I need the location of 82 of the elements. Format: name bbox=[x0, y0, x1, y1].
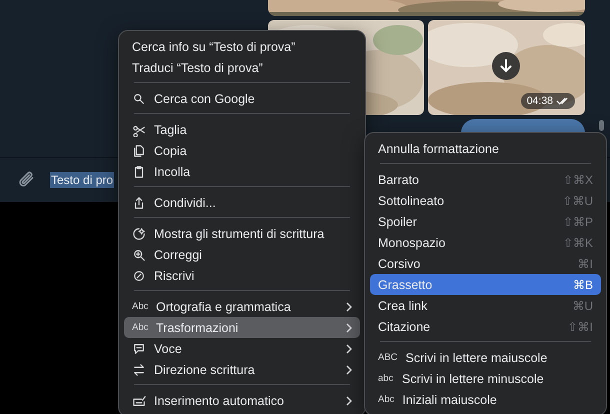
menu-label: Spoiler bbox=[378, 214, 418, 228]
menu-item[interactable]: Citazione ⇧⌘I bbox=[370, 316, 601, 337]
menu-item[interactable]: Sottolineato ⇧⌘U bbox=[370, 190, 601, 211]
menu-item[interactable]: Direzione scrittura bbox=[124, 359, 360, 380]
shortcut: ⌘I bbox=[578, 256, 593, 270]
menu-item[interactable]: Condividi... bbox=[124, 192, 360, 213]
menu-item[interactable]: Taglia bbox=[124, 119, 360, 140]
clipboard-icon bbox=[132, 164, 146, 178]
dial-icon bbox=[132, 268, 146, 282]
menu-item[interactable]: Grassetto ⌘B bbox=[370, 274, 601, 295]
case-label: ABC bbox=[378, 352, 398, 363]
menu-item[interactable]: Traduci “Testo di prova” bbox=[124, 57, 360, 78]
menu-label: Correggi bbox=[154, 248, 203, 262]
abc-label: Abc bbox=[132, 301, 148, 312]
menu-label: Copia bbox=[154, 144, 188, 158]
menu-label: Sottolineato bbox=[378, 194, 446, 208]
menu-label: Citazione bbox=[378, 320, 432, 334]
scrollbar[interactable] bbox=[599, 120, 604, 131]
menu-label: Condividi... bbox=[154, 196, 217, 210]
menu-item[interactable]: Voce bbox=[124, 338, 360, 359]
menu-item[interactable]: abc Scrivi in lettere minuscole bbox=[370, 368, 601, 389]
menu-item[interactable]: Inserimento automatico bbox=[124, 390, 360, 411]
menu-label: Traduci “Testo di prova” bbox=[132, 60, 264, 74]
magnifier-icon bbox=[132, 248, 146, 262]
menu-item[interactable]: Incolla bbox=[124, 161, 360, 182]
shortcut: ⌘B bbox=[572, 278, 593, 292]
download-icon[interactable] bbox=[492, 52, 520, 80]
share-icon bbox=[132, 196, 146, 210]
menu-item[interactable]: Correggi bbox=[124, 244, 360, 265]
menu-item[interactable]: Mostra gli strumenti di scrittura bbox=[124, 223, 360, 244]
menu-item[interactable]: Riscrivi bbox=[124, 265, 360, 286]
menu-item[interactable]: Abc Iniziali maiuscole bbox=[370, 389, 601, 410]
menu-item[interactable]: Cerca con Google bbox=[124, 88, 360, 109]
shortcut: ⇧⌘K bbox=[562, 236, 593, 250]
menu-label: Scrivi in lettere minuscole bbox=[402, 372, 545, 386]
shortcut: ⇧⌘I bbox=[568, 320, 593, 334]
menu-label: Cerca con Google bbox=[154, 92, 256, 106]
shortcut: ⇧⌘U bbox=[562, 194, 593, 208]
copy-icon bbox=[132, 144, 146, 158]
menu-label: Corsivo bbox=[378, 256, 422, 270]
menu-label: Crea link bbox=[378, 298, 428, 312]
double-check-icon bbox=[556, 97, 569, 105]
keyboard-icon bbox=[132, 394, 146, 408]
case-label: Abc bbox=[378, 394, 394, 405]
menu-label: Taglia bbox=[154, 122, 188, 136]
menu-label: Scrivi in lettere maiuscole bbox=[406, 350, 548, 364]
menu-label: Riscrivi bbox=[154, 268, 196, 282]
case-label: abc bbox=[378, 373, 394, 384]
sparkle-icon bbox=[132, 226, 146, 240]
shortcut: ⌘U bbox=[572, 298, 593, 312]
menu-label: Mostra gli strumenti di scrittura bbox=[154, 226, 326, 240]
search-icon bbox=[132, 92, 146, 106]
menu-label: Monospazio bbox=[378, 236, 446, 250]
menu-label: Inserimento automatico bbox=[154, 394, 285, 408]
selected-text[interactable]: Testo di pro bbox=[50, 172, 114, 188]
menu-item[interactable]: Barrato ⇧⌘X bbox=[370, 169, 601, 190]
shortcut: ⇧⌘X bbox=[562, 172, 593, 186]
menu-item[interactable]: Monospazio ⇧⌘K bbox=[370, 232, 601, 253]
abc-label: Abc bbox=[132, 322, 148, 333]
menu-item[interactable]: Corsivo ⌘I bbox=[370, 253, 601, 274]
message-time: 04:38 bbox=[526, 95, 553, 107]
menu-label: Iniziali maiuscole bbox=[402, 392, 498, 406]
menu-label: Grassetto bbox=[378, 278, 434, 292]
menu-label: Incolla bbox=[154, 164, 192, 178]
menu-item[interactable]: ABC Scrivi in lettere maiuscole bbox=[370, 347, 601, 368]
menu-label: Ortografia e grammatica bbox=[156, 300, 292, 314]
menu-item[interactable]: Abc Trasformazioni bbox=[124, 317, 360, 338]
menu-label: Voce bbox=[154, 342, 183, 356]
speech-bubble-icon bbox=[132, 342, 146, 356]
menu-item[interactable]: Spoiler ⇧⌘P bbox=[370, 211, 601, 232]
menu-item[interactable]: Abc Ortografia e grammatica bbox=[124, 296, 360, 317]
menu-item[interactable]: Cerca info su “Testo di prova” bbox=[124, 36, 360, 57]
menu-label: Annulla formattazione bbox=[378, 142, 500, 156]
menu-item[interactable]: Copia bbox=[124, 140, 360, 161]
arrows-icon bbox=[132, 362, 146, 376]
menu-label: Cerca info su “Testo di prova” bbox=[132, 40, 296, 54]
shortcut: ⇧⌘P bbox=[562, 214, 593, 228]
menu-item[interactable]: Annulla formattazione bbox=[370, 138, 601, 159]
menu-label: Direzione scrittura bbox=[154, 362, 256, 376]
menu-label: Barrato bbox=[378, 172, 420, 186]
menu-item[interactable]: Crea link ⌘U bbox=[370, 295, 601, 316]
menu-label: Trasformazioni bbox=[156, 320, 240, 334]
